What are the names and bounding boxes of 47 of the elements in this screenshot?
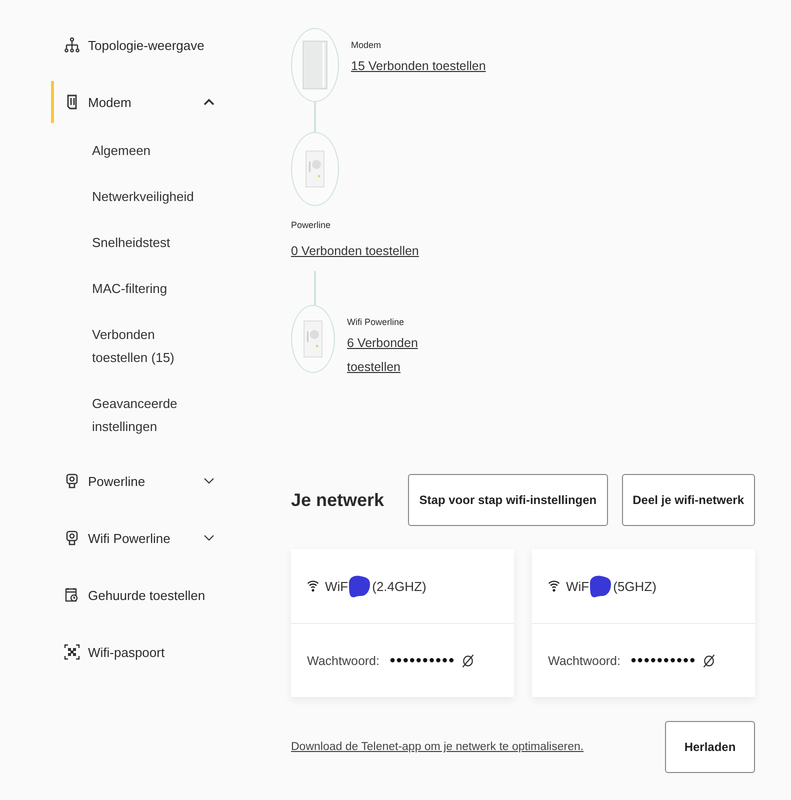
sub-nav-item[interactable]: Algemeen <box>54 139 208 162</box>
nav-item[interactable]: Wifi Powerline <box>51 523 219 553</box>
eye-off-icon[interactable] <box>460 654 475 668</box>
sub-nav-item[interactable]: Verbonden toestellen (15) <box>54 323 208 369</box>
band-label: (2.4GHZ) <box>372 578 426 594</box>
nav-item[interactable]: Powerline <box>51 466 219 496</box>
wifi-icon <box>307 579 319 593</box>
network-name-label: WiF <box>566 578 590 594</box>
download-app-link[interactable]: Download de Telenet-app om je netwerk te optimaliseren. <box>291 741 584 753</box>
topology-icon <box>64 37 80 53</box>
redaction-mark <box>346 573 372 599</box>
calendar-clock-icon <box>64 587 80 603</box>
password-value: ●●●●●●●●●● <box>389 655 455 666</box>
wifi-icon <box>548 579 560 593</box>
section-title: Je netwerk <box>291 490 384 510</box>
eye-off-icon[interactable] <box>702 654 716 668</box>
nav-item[interactable]: Gehuurde toestellen <box>51 580 219 610</box>
password-label: Wachtwoord: <box>307 654 380 668</box>
connected-devices-link[interactable]: 6 Verbonden toestellen <box>347 331 427 379</box>
qr-code-icon <box>64 644 80 660</box>
chevron-down-icon <box>203 534 215 542</box>
chevron-down-icon <box>203 477 215 485</box>
sub-nav-item[interactable]: Geavanceerde instellingen <box>54 392 208 438</box>
plug-adapter-icon <box>64 530 80 546</box>
reload-button[interactable]: Herladen <box>665 721 755 773</box>
connector-line <box>314 271 316 305</box>
password-label: Wachtwoord: <box>548 654 620 668</box>
band-label: (5GHZ) <box>613 578 656 594</box>
device-name: Powerline <box>291 220 332 230</box>
nav-item[interactable]: Topologie-weergave <box>51 30 219 60</box>
sub-nav-item[interactable]: Snelheidstest <box>54 231 208 254</box>
chevron-up-icon <box>203 98 215 106</box>
connector-line <box>314 102 316 132</box>
connected-devices-link[interactable]: 0 Verbonden toestellen <box>291 239 419 263</box>
outline-button[interactable]: Deel je wifi-netwerk <box>622 474 755 526</box>
outline-button[interactable]: Stap voor stap wifi-instellingen <box>408 474 608 526</box>
nav-item[interactable]: Wifi-paspoort <box>51 637 219 667</box>
sub-nav-item[interactable]: MAC-filtering <box>54 277 208 300</box>
device-name: Wifi Powerline <box>347 317 406 327</box>
nav-item[interactable]: Modem <box>51 81 219 123</box>
sub-nav-item[interactable]: Netwerkveiligheid <box>54 185 208 208</box>
password-value: ●●●●●●●●●● <box>630 655 696 666</box>
plug-adapter-icon <box>64 473 80 489</box>
network-name-label: WiF <box>325 578 348 594</box>
redaction-mark <box>587 573 614 599</box>
device-name: Modem <box>351 40 382 50</box>
connected-devices-link[interactable]: 15 Verbonden toestellen <box>351 58 486 74</box>
